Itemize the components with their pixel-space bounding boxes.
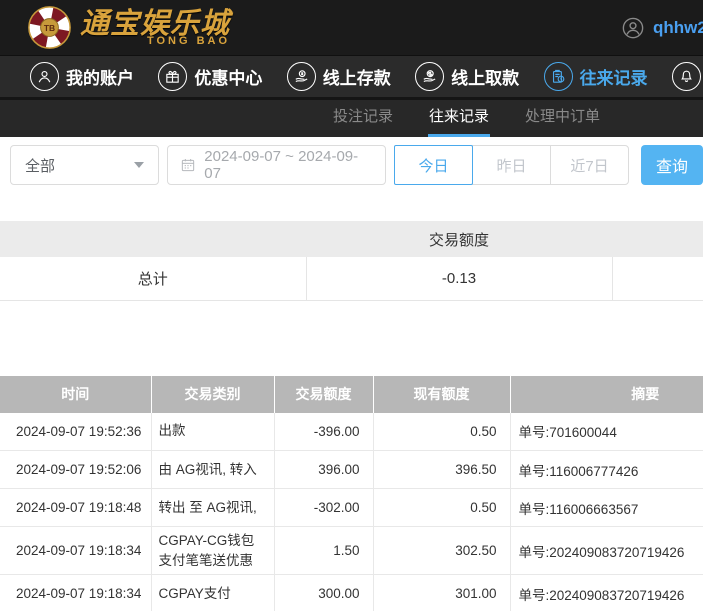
col-header-time: 时间 [0, 375, 151, 413]
summary-empty-cell [611, 257, 703, 301]
summary-header-label: 交易额度 [0, 221, 703, 257]
cell-type: CGPAY-CG钱包支付笔笔送优惠 [150, 526, 274, 576]
filter-bar: 全部 2024-09-07 ~ 2024-09-07 今日 昨日 近7日 查询 [0, 137, 703, 185]
brand-logo[interactable]: TB 通宝娱乐城 TONG BAO [27, 5, 230, 50]
tab-transaction-records[interactable]: 往来记录 [428, 100, 491, 137]
quick-date-group: 今日 昨日 近7日 [394, 145, 629, 185]
cell-time: 2024-09-07 19:52:06 [0, 450, 151, 489]
nav-promotions[interactable]: 优惠中心 [158, 62, 262, 91]
cell-type: 出款 [150, 412, 274, 451]
quick-yesterday-button[interactable]: 昨日 [472, 145, 551, 185]
cell-balance: 0.50 [372, 488, 510, 527]
nav-online-withdrawal[interactable]: 线上取款 [415, 62, 519, 91]
nav-transaction-records[interactable]: 往来记录 [543, 62, 648, 91]
table-row: 2024-09-07 19:18:34 CGPAY支付 300.00 301.0… [0, 574, 703, 611]
transactions-section: 时间 交易类别 交易额度 现有额度 摘要 2024-09-07 19:52:36… [0, 375, 703, 611]
date-range-value: 2024-09-07 ~ 2024-09-07 [204, 148, 359, 182]
cell-ref: 单号:202409083720719426 [509, 526, 703, 576]
records-icon [543, 62, 573, 91]
user-icon [30, 62, 59, 91]
summary-section: 交易额度 总计 -0.13 [0, 221, 703, 301]
cell-amount: -396.00 [273, 412, 373, 451]
withdraw-icon [415, 62, 445, 91]
deposit-icon [286, 62, 316, 91]
table-row: 2024-09-07 19:18:34 CGPAY-CG钱包支付笔笔送优惠 1.… [0, 526, 703, 576]
col-header-balance: 现有额度 [372, 375, 510, 413]
nav-label: 往来记录 [579, 69, 648, 88]
cell-amount: 396.00 [273, 450, 373, 489]
svg-text:TB: TB [44, 23, 55, 33]
quick-last7days-button[interactable]: 近7日 [550, 145, 629, 185]
brand-subtitle: TONG BAO [146, 34, 231, 47]
col-header-amount: 交易额度 [273, 375, 373, 413]
summary-total-label: 总计 [0, 257, 306, 301]
search-button[interactable]: 查询 [641, 145, 703, 185]
table-row: 2024-09-07 19:52:36 出款 -396.00 0.50 单号:7… [0, 412, 703, 451]
cell-amount: -302.00 [273, 488, 373, 527]
records-tab-bar: 投注记录 往来记录 处理中订单 [0, 97, 703, 137]
user-avatar-icon [622, 17, 644, 38]
tab-pending-orders[interactable]: 处理中订单 [524, 100, 601, 137]
cell-type: CGPAY支付 [150, 574, 274, 611]
cell-type: 由 AG视讯, 转入 [150, 450, 274, 489]
col-header-type: 交易类别 [150, 375, 274, 413]
calendar-icon [182, 159, 195, 172]
cell-ref: 单号:701600044 [509, 412, 703, 451]
cell-amount: 300.00 [273, 574, 373, 611]
summary-total-value: -0.13 [305, 257, 612, 301]
tab-betting-records[interactable]: 投注记录 [332, 100, 394, 137]
nav-my-account[interactable]: 我的账户 [30, 62, 134, 91]
bell-icon [671, 62, 701, 91]
summary-table: 交易额度 总计 -0.13 [0, 221, 703, 301]
cell-time: 2024-09-07 19:18:34 [0, 574, 151, 611]
cell-amount: 1.50 [273, 526, 373, 576]
quick-today-button[interactable]: 今日 [394, 145, 473, 185]
cell-time: 2024-09-07 19:52:36 [0, 412, 151, 451]
cell-ref: 单号:116006663567 [509, 488, 703, 527]
brand-text: 通宝娱乐城 TONG BAO [80, 9, 230, 47]
table-row: 2024-09-07 19:52:06 由 AG视讯, 转入 396.00 39… [0, 450, 703, 489]
nav-label: 线上存款 [322, 69, 391, 88]
username-label: qhhw2 [653, 17, 703, 37]
cell-balance: 302.50 [372, 526, 510, 576]
table-row: 2024-09-07 19:18:48 转出 至 AG视讯, -302.00 0… [0, 488, 703, 527]
cell-balance: 396.50 [372, 450, 510, 489]
nav-online-deposit[interactable]: 线上存款 [286, 62, 391, 91]
transactions-header-row: 时间 交易类别 交易额度 现有额度 摘要 [0, 375, 703, 413]
gift-icon [158, 62, 188, 91]
date-range-picker[interactable]: 2024-09-07 ~ 2024-09-07 [167, 145, 386, 185]
page: TB 通宝娱乐城 TONG BAO qhhw2 我的账户 优惠中心 线上存款 线… [0, 0, 703, 611]
cell-ref: 单号:202409083720719426 [509, 574, 703, 611]
col-header-summary: 摘要 [509, 375, 703, 413]
nav-label: 我的账户 [66, 69, 134, 88]
user-account[interactable]: qhhw2 [622, 0, 703, 55]
category-selected-value: 全部 [25, 157, 56, 175]
category-select[interactable]: 全部 [10, 145, 160, 185]
chevron-down-icon [134, 162, 145, 168]
cell-time: 2024-09-07 19:18:48 [0, 488, 151, 527]
nav-label: 线上取款 [451, 69, 520, 88]
nav-label: 优惠中心 [194, 69, 263, 88]
poker-chip-icon: TB [28, 6, 71, 49]
main-navigation: 我的账户 优惠中心 线上存款 线上取款 往来记录 [0, 55, 703, 97]
cell-type: 转出 至 AG视讯, [150, 488, 274, 527]
cell-balance: 0.50 [372, 412, 510, 451]
cell-time: 2024-09-07 19:18:34 [0, 526, 151, 576]
summary-header-row: 交易额度 [0, 221, 703, 257]
cell-ref: 单号:116006777426 [509, 450, 703, 489]
nav-notifications[interactable] [671, 62, 701, 91]
summary-total-row: 总计 -0.13 [0, 257, 703, 301]
cell-balance: 301.00 [372, 574, 510, 611]
transactions-table: 时间 交易类别 交易额度 现有额度 摘要 2024-09-07 19:52:36… [0, 375, 703, 611]
top-header: TB 通宝娱乐城 TONG BAO qhhw2 [0, 0, 703, 55]
